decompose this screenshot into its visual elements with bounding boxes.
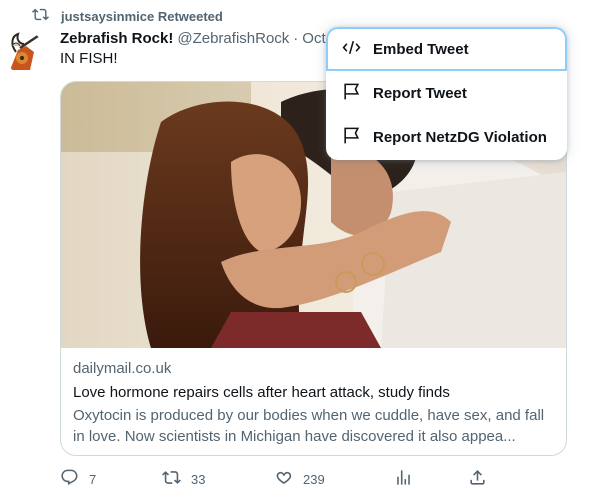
reply-count: 7 (89, 471, 97, 487)
tweet[interactable]: justsaysinmice Retweeted Zebrafish Rock!… (0, 0, 592, 499)
code-icon (342, 38, 361, 61)
like-count: 239 (303, 471, 325, 487)
retweet-icon (32, 6, 49, 26)
flag-icon (342, 126, 361, 149)
menu-item-label: Report NetzDG Violation (373, 128, 547, 146)
flag-icon (342, 82, 361, 105)
menu-item-label: Embed Tweet (373, 40, 469, 58)
heart-icon (274, 468, 293, 490)
tweet-text: IN FISH! (60, 50, 118, 67)
menu-item-embed-tweet[interactable]: Embed Tweet (326, 27, 567, 71)
retweet-action-icon (162, 468, 181, 490)
analytics-icon (394, 468, 413, 490)
user-handle[interactable]: @ZebrafishRock (177, 30, 289, 47)
share-button[interactable] (468, 466, 487, 492)
reply-icon (60, 468, 79, 490)
reply-button[interactable]: 7 (60, 466, 96, 492)
retweet-button[interactable]: 33 (162, 466, 205, 492)
tweet-options-menu: Embed Tweet Report Tweet Report NetzDG V… (326, 27, 567, 160)
card-title: Love hormone repairs cells after heart a… (73, 384, 450, 401)
card-description: Oxytocin is produced by our bodies when … (73, 407, 545, 445)
share-icon (468, 468, 487, 490)
avatar[interactable] (4, 30, 44, 74)
tweet-header: Zebrafish Rock! @ZebrafishRock · Oct (60, 28, 326, 48)
card-domain: dailymail.co.uk (73, 360, 172, 377)
like-button[interactable]: 239 (274, 466, 325, 492)
menu-item-label: Report Tweet (373, 84, 467, 102)
retweet-count: 33 (191, 471, 206, 487)
separator-dot: · (293, 29, 299, 47)
analytics-button[interactable] (394, 466, 413, 492)
menu-item-report-tweet[interactable]: Report Tweet (326, 71, 567, 115)
tweet-actions: 7 33 239 (56, 466, 496, 492)
retweet-context: justsaysinmice Retweeted (32, 6, 223, 26)
menu-item-report-netzdg[interactable]: Report NetzDG Violation (326, 115, 567, 159)
tweet-date[interactable]: Oct (302, 30, 325, 47)
display-name[interactable]: Zebrafish Rock! (60, 30, 173, 47)
retweet-label[interactable]: justsaysinmice Retweeted (61, 9, 223, 24)
